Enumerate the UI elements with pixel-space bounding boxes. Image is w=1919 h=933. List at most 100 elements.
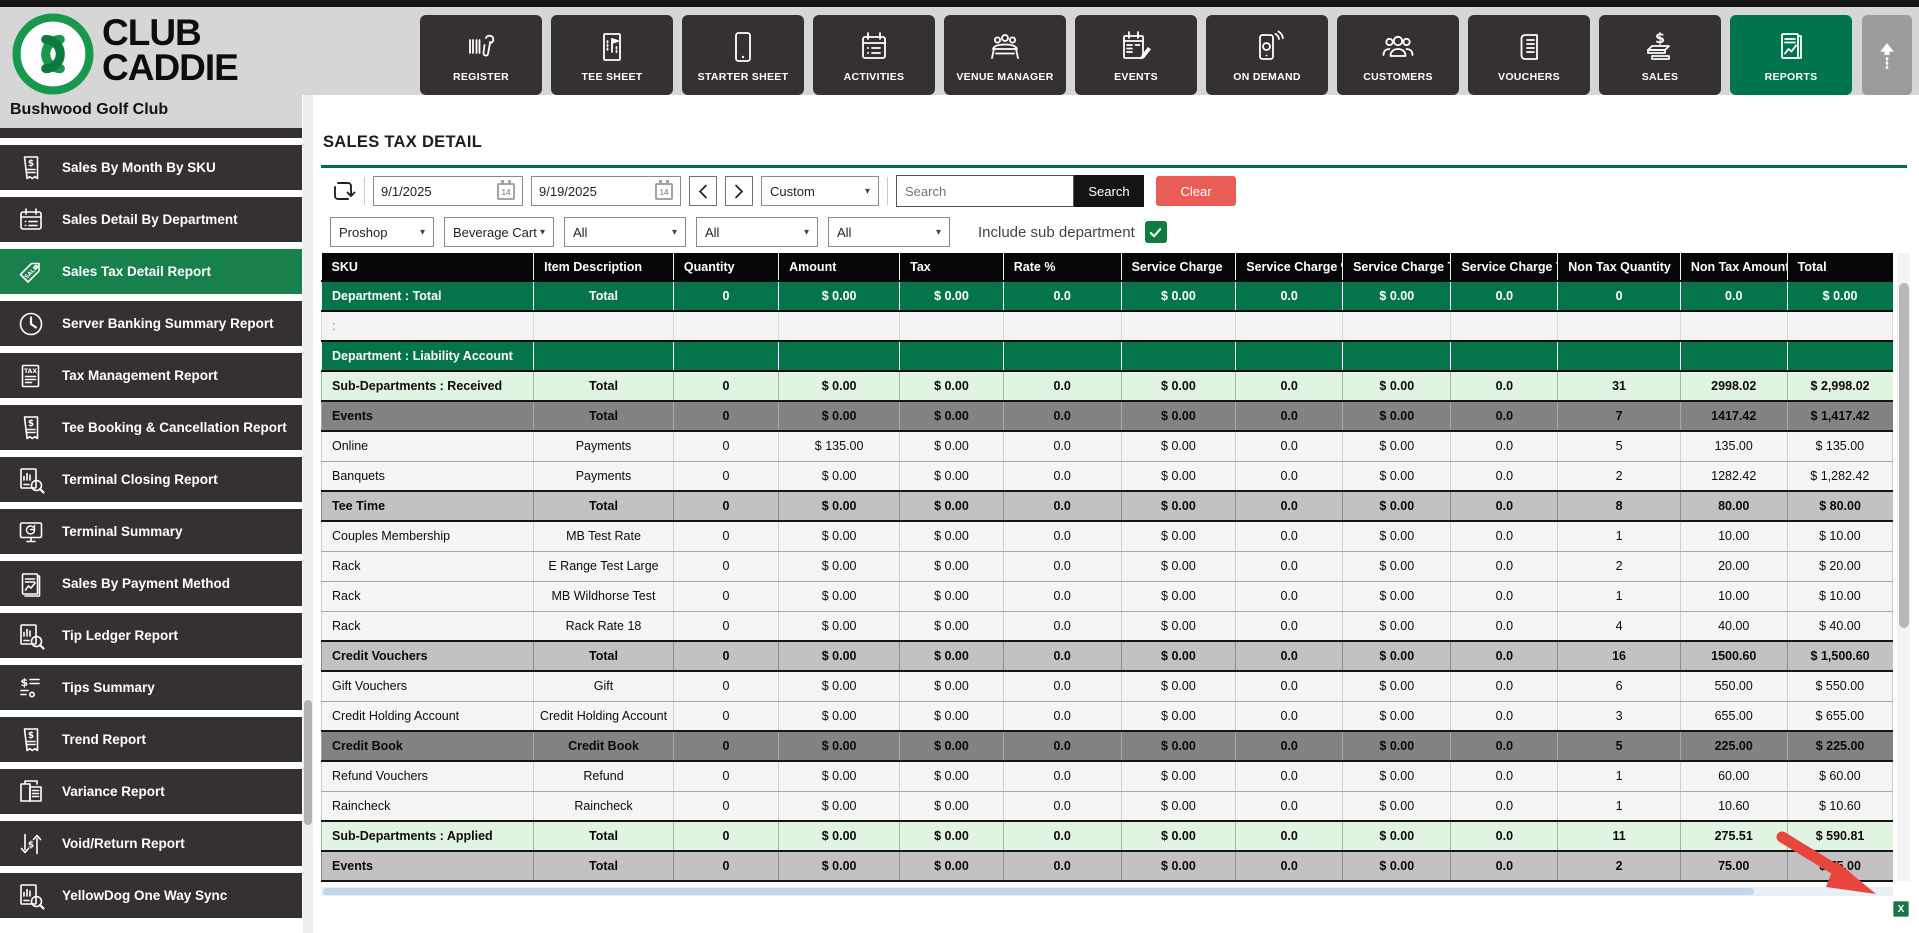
table-horizontal-scrollbar-thumb[interactable] [323,888,1754,895]
sidebar-item-sales-by-month-by-sku[interactable]: $ Sales By Month By SKU [0,145,302,190]
table-row-sub-departments-received: Sub-Departments : Received Total 0 $ 0.00 $ … [320,370,1893,402]
table-cell: $ 0.00 [1342,520,1452,552]
nav-tee-sheet[interactable]: TEE SHEET [551,15,673,95]
nav-activities[interactable]: ACTIVITIES [813,15,935,95]
chevron-down-icon: ▾ [803,226,809,238]
table-row-events: Events Total 0 $ 0.00 $ 0.00 0.0 $ 0.00 0.0 $ 0.… [320,400,1893,432]
table-cell: 0 [672,760,780,792]
calendar-icon[interactable]: 14 [655,179,673,200]
table-cell: 655.00 [1679,700,1788,732]
sidebar-item-void-return-report[interactable]: $ Void/Return Report [0,821,302,866]
sub-department-select[interactable]: Beverage Cart ▾ [444,217,554,247]
nav-sales[interactable]: $ SALES [1599,15,1721,95]
table-cell: 0.0 [1002,520,1122,552]
table-cell: 0.0 [1235,760,1344,792]
sidebar-scrollbar[interactable] [303,95,313,933]
sidebar-item-label: Sales Tax Detail Report [62,264,212,279]
sidebar-item-sales-tax-detail-report[interactable]: SALE Sales Tax Detail Report [0,249,302,294]
table-cell: $ 0.00 [899,610,1004,642]
sidebar-item-yellowdog-one-way-sync[interactable]: YellowDog One Way Sync [0,873,302,918]
table-cell: Total [533,400,674,432]
previous-range-button[interactable] [689,176,717,206]
search-button[interactable]: Search [1074,175,1144,207]
nav-register[interactable]: REGISTER [420,15,542,95]
table-cell: Couples Membership [320,520,535,552]
page-title: SALES TAX DETAIL [323,133,483,151]
date-range-preset-select[interactable]: Custom ▾ [761,176,879,206]
table-cell: 0.0 [1235,580,1344,612]
sidebar-item-trend-report[interactable]: $ Trend Report [0,717,302,762]
sale-tag-icon: SALE [16,257,46,287]
table-row-couples-membership: Couples Membership MB Test Rate 0 $ 0.00 $ 0… [320,520,1894,552]
nav-vouchers[interactable]: VOUCHERS [1468,15,1590,95]
refresh-button[interactable] [330,178,356,204]
table-cell: 0.0 [1450,790,1559,822]
sidebar-item-server-banking-summary-report[interactable]: Server Banking Summary Report [0,301,302,346]
table-cell: 0.0 [1235,430,1344,462]
sidebar-item-label: Void/Return Report [62,836,185,851]
filter-row-dates: 9/1/2025 14 9/19/2025 14 Custom ▾ Search [330,175,1236,207]
table-cell: $ 225.00 [1786,730,1893,762]
table-cell: $ 0.00 [1120,280,1236,312]
table-cell: 0.0 [1450,400,1558,432]
filter-select-1[interactable]: All ▾ [564,217,686,247]
table-cell: $ 0.00 [778,820,900,852]
table-row-raincheck: Raincheck Raincheck 0 $ 0.00 $ 0.00 0.0 $ 0.00… [320,790,1894,822]
nav-customers[interactable]: CUSTOMERS [1337,15,1459,95]
table-cell: Credit Holding Account [533,700,674,732]
calendar-icon[interactable]: 14 [497,179,515,200]
sidebar-item-terminal-summary[interactable]: Terminal Summary [0,509,302,554]
table-cell: 0.0 [1450,610,1559,642]
table-cell: 1417.42 [1679,400,1788,432]
table-row-sub-departments-applied: Sub-Departments : Applied Total 0 $ 0.00 $ 0… [320,820,1893,852]
next-range-button[interactable] [725,176,753,206]
table-cell: Total [533,820,674,852]
nav-venue-manager[interactable]: VENUE MANAGER [944,15,1066,95]
sidebar-item-sales-by-payment-method[interactable]: Sales By Payment Method [0,561,302,606]
table-cell: 0.0 [1002,730,1122,762]
sidebar-item-label: Variance Report [62,784,165,799]
nav-reports[interactable]: REPORTS [1730,15,1852,95]
filter-select-2[interactable]: All ▾ [696,217,818,247]
sidebar-scrollbar-thumb[interactable] [304,700,312,825]
sidebar-item-tax-management-report[interactable]: TAX Tax Management Report [0,353,302,398]
table-cell: 0.0 [1002,370,1122,402]
void-return-arrows-icon: $ [16,829,46,859]
search-input[interactable] [896,175,1074,207]
clear-button[interactable]: Clear [1156,176,1236,206]
table-cell: $ 0.00 [1120,430,1237,462]
table-cell: $ 0.00 [899,790,1004,822]
table-cell: $ 0.00 [899,580,1004,612]
sidebar-item-variance-report[interactable]: Variance Report [0,769,302,814]
sidebar-item-label: Sales By Payment Method [62,576,231,591]
nav-events[interactable]: EVENTS [1075,15,1197,95]
table-cell: $ 0.00 [1120,460,1237,492]
sidebar-item-tee-booking-cancellation-report[interactable]: $ Tee Booking & Cancellation Report [0,405,302,450]
sidebar-item-sales-detail-by-department[interactable]: Sales Detail By Department [0,197,302,242]
sidebar-item-tips-summary[interactable]: $ Tips Summary [0,665,302,710]
sidebar-item-partial[interactable] [0,128,302,138]
table-cell: $ 60.00 [1786,760,1894,792]
table-cell: 0.0 [1450,700,1559,732]
top-black-strip [0,0,1919,7]
end-date-input[interactable]: 9/19/2025 14 [531,176,681,206]
excel-export-icon[interactable]: X [1893,901,1909,917]
nav-label: TEE SHEET [581,71,643,83]
nav-on-demand[interactable]: ON DEMAND [1206,15,1328,95]
sidebar-item-label: Sales By Month By SKU [62,160,216,175]
table-horizontal-scrollbar[interactable] [321,887,1893,896]
svg-text:$: $ [28,159,34,169]
sidebar-item-terminal-closing-report[interactable]: Terminal Closing Report [0,457,302,502]
filter-select-3[interactable]: All ▾ [828,217,950,247]
table-vertical-scrollbar-thumb[interactable] [1898,283,1909,628]
nav-label: EVENTS [1114,71,1158,83]
scroll-top-button[interactable] [1862,15,1912,95]
table-vertical-scrollbar[interactable] [1897,253,1910,881]
nav-starter-sheet[interactable]: STARTER SHEET [682,15,804,95]
table-cell: MB Test Rate [533,520,674,552]
start-date-input[interactable]: 9/1/2025 14 [373,176,523,206]
include-sub-department-checkbox[interactable] [1144,221,1167,243]
sidebar-item-tip-ledger-report[interactable]: Tip Ledger Report [0,613,302,658]
department-select[interactable]: Proshop ▾ [330,217,434,247]
table-cell: $ 1,282.42 [1786,460,1894,492]
